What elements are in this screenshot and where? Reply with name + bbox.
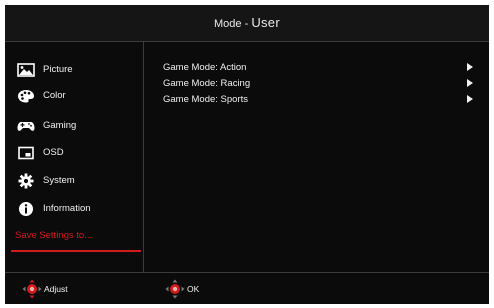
mode-prefix: Mode - — [214, 18, 252, 30]
game-mode-sports-item[interactable]: Game Mode: Sports — [163, 92, 473, 107]
joystick-press-icon — [165, 279, 185, 299]
game-mode-action-item[interactable]: Game Mode: Action — [163, 60, 473, 75]
content-panel: Game Mode: Action Game Mode: Racing Game… — [144, 42, 489, 272]
adjust-label: Adjust — [44, 284, 68, 294]
chevron-right-icon — [467, 95, 473, 103]
gear-icon — [17, 173, 35, 189]
sidebar-item-information[interactable]: Information — [5, 195, 143, 222]
chevron-right-icon — [467, 63, 473, 71]
palette-icon — [17, 88, 35, 104]
content-item-label: Game Mode: Racing — [163, 78, 251, 89]
sidebar-item-label: Information — [43, 203, 91, 214]
sidebar-item-osd[interactable]: OSD — [5, 139, 143, 166]
footer-hints: Adjust OK — [5, 272, 489, 304]
info-icon — [17, 201, 35, 217]
osd-icon — [17, 145, 35, 161]
sidebar-item-label: Gaming — [43, 120, 77, 131]
ok-label: OK — [187, 284, 200, 294]
save-settings-underline — [11, 250, 141, 252]
osd-menu: Mode - User Picture Color Gaming OSD Sys… — [5, 5, 489, 304]
content-item-label: Game Mode: Sports — [163, 94, 249, 105]
title-bar: Mode - User — [5, 5, 489, 42]
save-settings-item[interactable]: Save Settings to... — [5, 222, 143, 249]
gamepad-icon — [17, 118, 35, 134]
sidebar-item-picture[interactable]: Picture — [5, 56, 143, 83]
picture-icon — [17, 62, 35, 78]
sidebar-item-system[interactable]: System — [5, 167, 143, 194]
content-item-label: Game Mode: Action — [163, 62, 247, 73]
sidebar-item-label: OSD — [43, 147, 64, 158]
adjust-hint: Adjust — [22, 279, 68, 299]
chevron-right-icon — [467, 79, 473, 87]
sidebar-item-label: Picture — [43, 64, 73, 75]
mode-value: User — [251, 15, 280, 30]
ok-hint: OK — [165, 279, 199, 299]
sidebar-item-label: Color — [43, 90, 66, 101]
sidebar-item-color[interactable]: Color — [5, 82, 143, 109]
save-settings-label: Save Settings to... — [15, 230, 93, 241]
sidebar-item-label: System — [43, 175, 75, 186]
sidebar: Picture Color Gaming OSD System Informat… — [5, 42, 144, 272]
joystick-updown-icon — [22, 279, 42, 299]
sidebar-item-gaming[interactable]: Gaming — [5, 112, 143, 139]
game-mode-racing-item[interactable]: Game Mode: Racing — [163, 76, 473, 91]
